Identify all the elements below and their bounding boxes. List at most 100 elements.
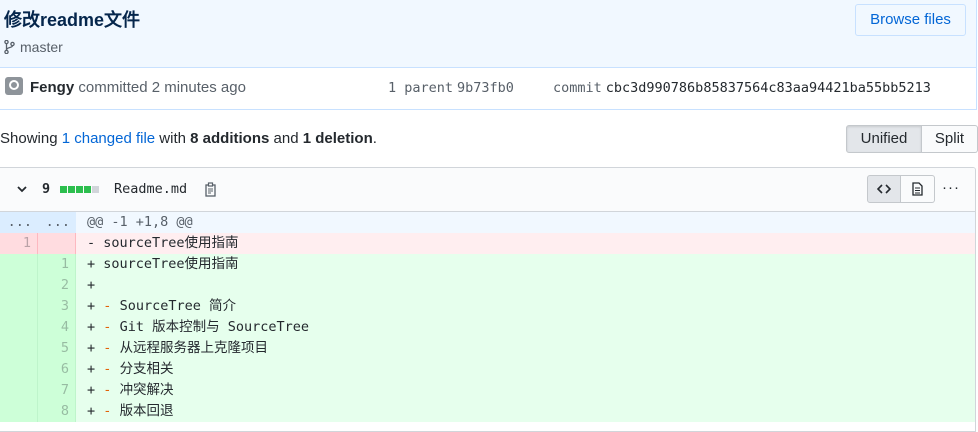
old-line-number[interactable] bbox=[0, 401, 38, 422]
new-line-number[interactable]: 2 bbox=[38, 275, 76, 296]
diff-marker: + bbox=[87, 340, 96, 356]
old-line-number[interactable] bbox=[0, 359, 38, 380]
old-line-number[interactable]: 1 bbox=[0, 233, 38, 254]
diffstat-add-block bbox=[68, 186, 75, 193]
code-line: + - 从远程服务器上克隆项目 bbox=[76, 338, 975, 359]
commit-sha: cbc3d990786b85837564c83aa94421ba55bb5213 bbox=[605, 80, 931, 96]
with-text: with bbox=[159, 130, 186, 147]
split-button[interactable]: Split bbox=[922, 125, 978, 153]
new-line-number[interactable]: 4 bbox=[38, 317, 76, 338]
branch-name: master bbox=[20, 39, 63, 55]
diff-summary-bar: Showing 1 changed file with 8 additions … bbox=[0, 110, 978, 165]
diffstat-add-block bbox=[76, 186, 83, 193]
old-line-number[interactable] bbox=[0, 254, 38, 275]
addition-line: 7 + - 冲突解决 bbox=[0, 380, 975, 401]
hunk-header: @@ -1 +1,8 @@ bbox=[76, 212, 975, 233]
diff-marker: + bbox=[87, 382, 96, 398]
file-header: 9 Readme.md ··· bbox=[0, 168, 975, 212]
code-line: + - 版本回退 bbox=[76, 401, 975, 422]
parent-label: 1 parent bbox=[388, 80, 454, 96]
chevron-down-icon[interactable] bbox=[15, 182, 29, 196]
code-text: sourceTree使用指南 bbox=[103, 256, 239, 272]
diff-marker: + bbox=[87, 319, 96, 335]
commit-action: committed bbox=[78, 79, 148, 96]
diff-summary: Showing 1 changed file with 8 additions … bbox=[0, 130, 377, 147]
diff-marker: + bbox=[87, 361, 96, 377]
commit-header: 修改readme文件 master Browse files bbox=[0, 0, 977, 68]
list-dash: - bbox=[103, 298, 112, 314]
hunk-header-row: ... ... @@ -1 +1,8 @@ bbox=[0, 212, 975, 233]
file-name[interactable]: Readme.md bbox=[114, 181, 187, 197]
diffstat-add-block bbox=[84, 186, 91, 193]
diff-marker: + bbox=[87, 298, 96, 314]
unified-button[interactable]: Unified bbox=[846, 125, 922, 153]
code-line: - sourceTree使用指南 bbox=[76, 233, 975, 254]
commit-time: 2 minutes ago bbox=[151, 79, 246, 96]
new-line-number[interactable] bbox=[38, 233, 76, 254]
rich-diff-button[interactable] bbox=[901, 175, 935, 203]
git-branch-icon bbox=[4, 40, 15, 54]
diff-marker: + bbox=[87, 403, 96, 419]
deletion-line: 1 - sourceTree使用指南 bbox=[0, 233, 975, 254]
diff-marker: - bbox=[87, 235, 96, 251]
code-text: SourceTree 简介 bbox=[119, 298, 236, 314]
commit-title: 修改readme文件 bbox=[4, 10, 141, 30]
diffstat-add-block bbox=[60, 186, 67, 193]
old-line-number[interactable] bbox=[0, 338, 38, 359]
code-line: + - SourceTree 简介 bbox=[76, 296, 975, 317]
diffstat-neutral-block bbox=[92, 186, 99, 193]
more-options-icon[interactable]: ··· bbox=[942, 179, 960, 196]
list-dash: - bbox=[103, 403, 112, 419]
addition-line: 5 + - 从远程服务器上克隆项目 bbox=[0, 338, 975, 359]
hunk-expand-new[interactable]: ... bbox=[38, 212, 76, 233]
code-text: 版本回退 bbox=[119, 403, 174, 419]
old-line-number[interactable] bbox=[0, 296, 38, 317]
code-line: + - 冲突解决 bbox=[76, 380, 975, 401]
deletions-count: 1 deletion bbox=[302, 130, 373, 147]
code-text: 从远程服务器上克隆项目 bbox=[119, 340, 269, 356]
new-line-number[interactable]: 5 bbox=[38, 338, 76, 359]
new-line-number[interactable]: 3 bbox=[38, 296, 76, 317]
parent-sha-link[interactable]: 9b73fb0 bbox=[457, 80, 514, 96]
file-diff: 9 Readme.md ··· ... ... @@ -1 +1,8 @@ 1 … bbox=[0, 167, 976, 432]
code-text: Git 版本控制与 SourceTree bbox=[119, 319, 309, 335]
showing-text: Showing bbox=[0, 130, 58, 147]
diff-marker: + bbox=[87, 277, 96, 293]
code-text: 分支相关 bbox=[119, 361, 174, 377]
changed-files-link[interactable]: 1 changed file bbox=[62, 130, 155, 147]
old-line-number[interactable] bbox=[0, 275, 38, 296]
parent-info: 1 parent 9b73fb0 bbox=[388, 80, 514, 96]
source-diff-button[interactable] bbox=[867, 175, 901, 203]
hunk-expand-old[interactable]: ... bbox=[0, 212, 38, 233]
code-text: 冲突解决 bbox=[119, 382, 174, 398]
file-view-buttons bbox=[867, 175, 935, 203]
new-line-number[interactable]: 7 bbox=[38, 380, 76, 401]
branch-indicator[interactable]: master bbox=[4, 39, 63, 55]
author-link[interactable]: Fengy bbox=[30, 79, 74, 96]
new-line-number[interactable]: 1 bbox=[38, 254, 76, 275]
commit-sha-info: commit cbc3d990786b85837564c83aa94421ba55… bbox=[553, 80, 931, 96]
commit-author-line: Fengy committed 2 minutes ago bbox=[30, 79, 246, 96]
code-line: + - Git 版本控制与 SourceTree bbox=[76, 317, 975, 338]
new-line-number[interactable]: 8 bbox=[38, 401, 76, 422]
old-line-number[interactable] bbox=[0, 317, 38, 338]
additions-count: 8 additions bbox=[190, 130, 270, 147]
old-line-number[interactable] bbox=[0, 380, 38, 401]
code-icon bbox=[877, 184, 891, 194]
new-line-number[interactable]: 6 bbox=[38, 359, 76, 380]
list-dash: - bbox=[103, 319, 112, 335]
copy-path-icon[interactable] bbox=[205, 182, 218, 197]
addition-line: 1 + sourceTree使用指南 bbox=[0, 254, 975, 275]
period-text: . bbox=[372, 130, 377, 147]
diff-lines: 1- sourceTree使用指南 1 + sourceTree使用指南 2 + 3 + … bbox=[0, 233, 975, 422]
browse-files-button[interactable]: Browse files bbox=[855, 4, 966, 36]
code-text: sourceTree使用指南 bbox=[103, 235, 239, 251]
avatar[interactable] bbox=[5, 77, 23, 95]
diff-marker: + bbox=[87, 256, 96, 272]
list-dash: - bbox=[103, 340, 112, 356]
addition-line: 2 + bbox=[0, 275, 975, 296]
change-count: 9 bbox=[42, 181, 51, 197]
code-line: + sourceTree使用指南 bbox=[76, 254, 975, 275]
commit-label: commit bbox=[553, 80, 602, 96]
list-dash: - bbox=[103, 382, 112, 398]
